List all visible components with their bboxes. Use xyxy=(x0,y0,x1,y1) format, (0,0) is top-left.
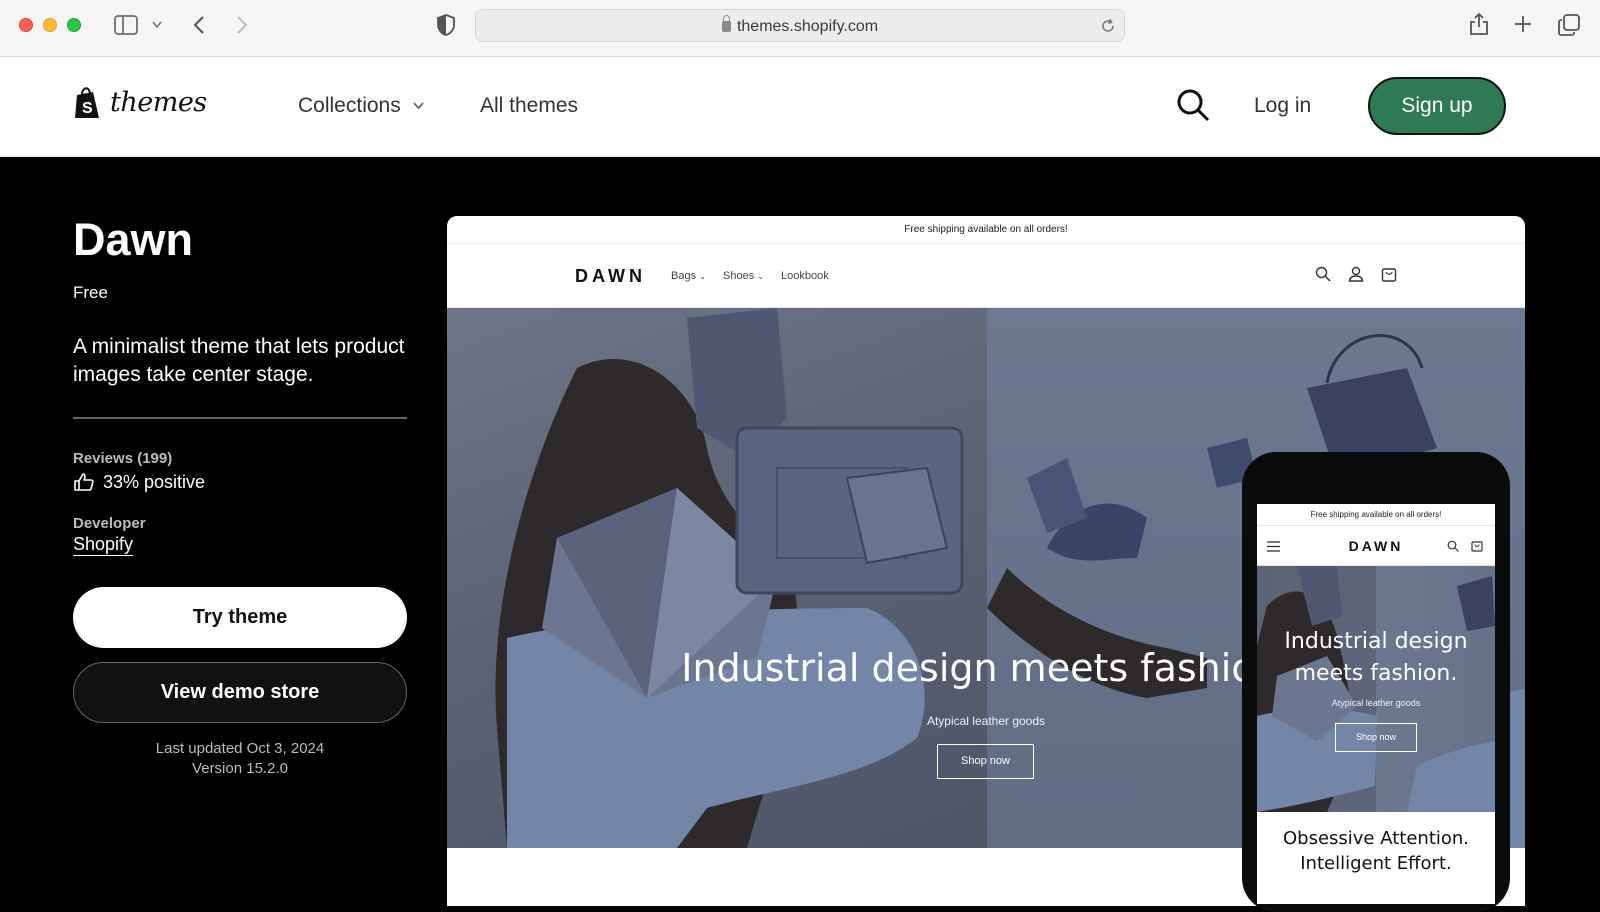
mobile-preview-screen: Free shipping available on all orders! D… xyxy=(1257,504,1495,904)
developer-label: Developer xyxy=(73,515,146,532)
reviews-positive-text: 33% positive xyxy=(103,472,206,492)
preview-announcement: Free shipping available on all orders! xyxy=(447,216,1525,244)
chevron-down-icon[interactable] xyxy=(152,21,162,29)
preview-nav-bags: Bags ⌄ xyxy=(671,270,706,282)
search-icon xyxy=(1447,540,1459,552)
divider xyxy=(73,417,407,419)
nav-collections-label: Collections xyxy=(298,94,401,117)
shopify-bag-icon[interactable]: S xyxy=(73,86,101,120)
reload-icon[interactable] xyxy=(1100,18,1116,34)
preview-nav-shoes-label: Shoes xyxy=(723,270,755,282)
nav-collections[interactable]: Collections xyxy=(298,94,424,118)
theme-title: Dawn xyxy=(73,214,194,265)
try-theme-button[interactable]: Try theme xyxy=(73,587,407,648)
mobile-shop-now-button: Shop now xyxy=(1335,723,1417,752)
sidebar-toggle-icon[interactable] xyxy=(114,15,138,35)
close-window-button[interactable] xyxy=(19,18,33,32)
minimize-window-button[interactable] xyxy=(43,18,57,32)
preview-nav-bags-label: Bags xyxy=(671,270,697,282)
address-bar[interactable]: themes.shopify.com xyxy=(475,9,1125,42)
search-icon[interactable] xyxy=(1176,88,1210,122)
preview-nav-shoes: Shoes ⌄ xyxy=(723,270,764,282)
last-updated: Last updated Oct 3, 2024 xyxy=(155,740,325,757)
mobile-hero-subtitle: Atypical leather goods xyxy=(1331,698,1421,708)
cart-icon xyxy=(1471,541,1483,552)
signup-button[interactable]: Sign up xyxy=(1368,77,1506,135)
back-icon[interactable] xyxy=(193,15,205,35)
nav-all-themes[interactable]: All themes xyxy=(480,94,578,118)
mobile-section-heading: Obsessive Attention. Intelligent Effort. xyxy=(1282,828,1470,874)
mobile-store-logo: DAWN xyxy=(1348,538,1404,554)
mobile-hero: Industrial design meets fashion. Atypica… xyxy=(1257,566,1495,812)
mobile-hero-headline: Industrial design meets fashion. xyxy=(1284,629,1468,686)
mobile-preview[interactable]: Free shipping available on all orders! D… xyxy=(1242,452,1510,912)
reviews-label[interactable]: Reviews (199) xyxy=(73,450,172,467)
view-demo-store-button[interactable]: View demo store xyxy=(73,662,407,723)
logo-text[interactable]: themes xyxy=(110,87,207,118)
site-header: S themes Collections All themes Log in S… xyxy=(0,57,1600,157)
search-icon xyxy=(1315,266,1331,282)
url-text: themes.shopify.com xyxy=(736,18,879,35)
lock-icon xyxy=(721,15,731,32)
preview-store-logo: DAWN xyxy=(575,266,646,286)
chevron-down-icon: ⌄ xyxy=(699,272,706,281)
preview-shop-now-button: Shop now xyxy=(937,744,1034,779)
version: Version 15.2.0 xyxy=(192,760,288,777)
chevron-down-icon xyxy=(412,102,424,110)
browser-toolbar: themes.shopify.com xyxy=(0,0,1600,57)
thumbs-up-icon xyxy=(74,473,94,491)
reviews-summary: 33% positive xyxy=(73,472,205,493)
privacy-shield-icon[interactable] xyxy=(437,14,455,36)
new-tab-icon[interactable] xyxy=(1514,15,1532,33)
theme-price: Free xyxy=(73,283,108,302)
share-icon[interactable] xyxy=(1469,12,1489,36)
developer-link[interactable]: Shopify xyxy=(73,534,133,555)
zoom-window-button[interactable] xyxy=(67,18,81,32)
cart-icon xyxy=(1381,268,1397,282)
tab-overview-icon[interactable] xyxy=(1558,14,1580,36)
account-icon xyxy=(1348,266,1364,282)
mobile-announcement: Free shipping available on all orders! xyxy=(1257,504,1495,526)
forward-icon[interactable] xyxy=(236,15,248,35)
login-link[interactable]: Log in xyxy=(1254,94,1311,118)
preview-nav-lookbook: Lookbook xyxy=(781,270,829,282)
theme-description: A minimalist theme that lets product ima… xyxy=(73,335,405,386)
chevron-down-icon: ⌄ xyxy=(757,272,764,281)
svg-text:S: S xyxy=(82,100,93,117)
preview-header: DAWN Bags ⌄ Shoes ⌄ Lookbook xyxy=(447,244,1525,308)
mobile-header: DAWN xyxy=(1257,526,1495,566)
